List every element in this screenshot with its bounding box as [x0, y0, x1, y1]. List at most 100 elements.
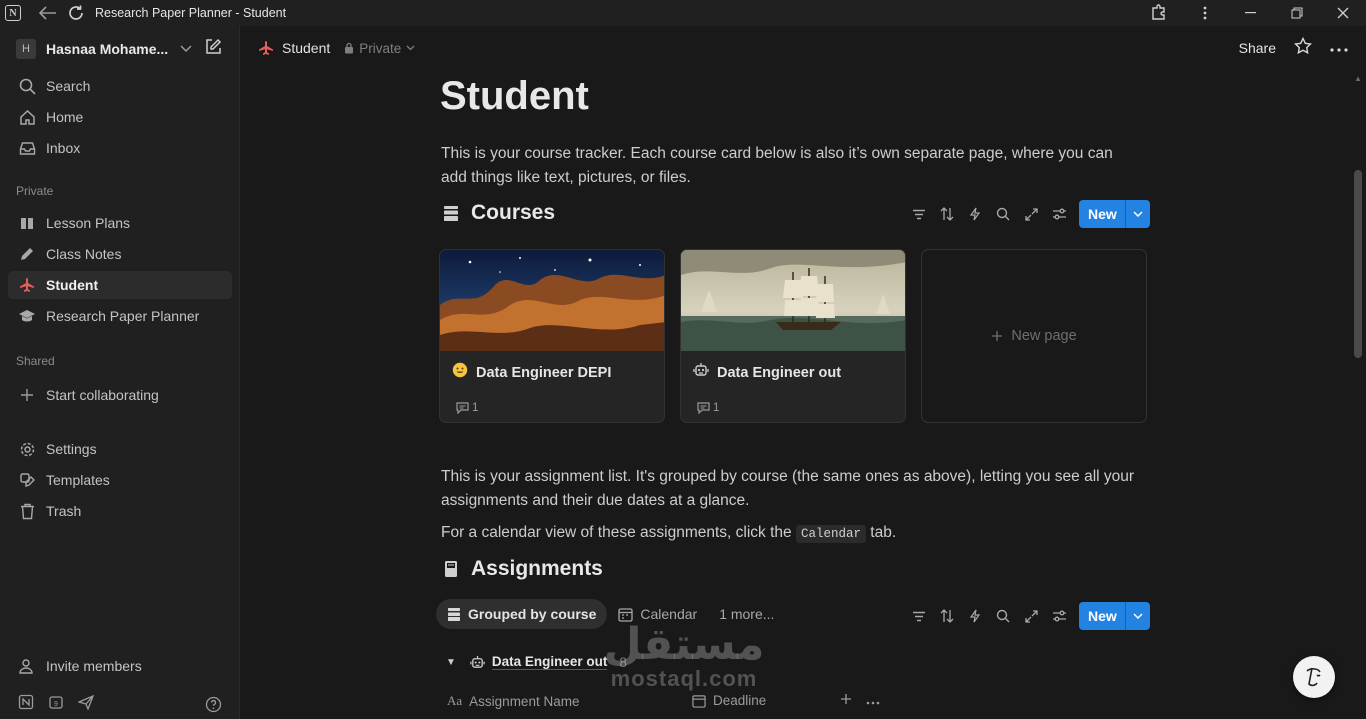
- sidebar-item-label: Student: [46, 277, 99, 293]
- chevron-down-icon[interactable]: [1126, 602, 1150, 630]
- sidebar-item-student[interactable]: Student: [8, 271, 232, 299]
- automation-bolt-icon[interactable]: [961, 200, 989, 228]
- smiley-emoji-icon: [452, 362, 468, 383]
- column-header-deadline[interactable]: Deadline: [692, 693, 766, 708]
- group-label[interactable]: Data Engineer out: [491, 654, 608, 670]
- workspace-avatar: H: [16, 39, 36, 59]
- card-title-row: Data Engineer out: [693, 362, 841, 383]
- search-icon[interactable]: [989, 200, 1017, 228]
- notion-logo-icon[interactable]: N: [5, 5, 21, 21]
- courses-new-button[interactable]: New: [1079, 200, 1150, 228]
- search-icon[interactable]: [989, 602, 1017, 630]
- filter-icon[interactable]: [905, 200, 933, 228]
- add-column-plus-icon[interactable]: [840, 692, 852, 710]
- course-intro-text[interactable]: This is your course tracker. Each course…: [441, 142, 1141, 190]
- page-scrollbar[interactable]: ▲: [1352, 70, 1366, 719]
- column-label: Deadline: [713, 693, 767, 708]
- new-page-label: New page: [1011, 328, 1077, 344]
- sidebar-item-label: Trash: [46, 503, 82, 519]
- plus-icon: [992, 331, 1003, 341]
- private-section-heading: Private: [16, 184, 54, 198]
- tab-grouped-by-course[interactable]: Grouped by course: [436, 599, 608, 629]
- reload-icon[interactable]: [65, 2, 87, 24]
- column-more-icon[interactable]: [866, 692, 880, 710]
- assignment-intro-text[interactable]: This is your assignment list. It's group…: [441, 465, 1141, 513]
- collapse-triangle-icon[interactable]: ▼: [446, 657, 456, 668]
- sort-icon[interactable]: [933, 602, 961, 630]
- mail-send-icon[interactable]: [77, 694, 95, 715]
- more-options-icon[interactable]: [1330, 39, 1348, 57]
- templates-icon: [17, 470, 37, 490]
- help-icon[interactable]: [205, 696, 222, 718]
- sidebar-item-label: Templates: [46, 472, 110, 488]
- course-card[interactable]: Data Engineer DEPI 1: [439, 249, 665, 423]
- calendar-app-icon[interactable]: 9: [48, 694, 64, 715]
- new-button-label[interactable]: New: [1079, 602, 1126, 630]
- chevron-down-icon[interactable]: [180, 40, 192, 58]
- add-user-icon: [17, 656, 37, 676]
- sidebar-item-research-paper-planner[interactable]: Research Paper Planner: [8, 302, 232, 330]
- sidebar-item-label: Settings: [46, 441, 97, 457]
- page-title[interactable]: Student: [440, 74, 589, 119]
- automation-bolt-icon[interactable]: [961, 602, 989, 630]
- courses-database-header: Courses: [443, 201, 555, 225]
- courses-title[interactable]: Courses: [471, 201, 555, 225]
- sidebar-item-search[interactable]: Search: [8, 72, 232, 100]
- column-label: Assignment Name: [469, 693, 580, 709]
- ai-assistant-button[interactable]: [1293, 656, 1335, 698]
- chevron-down-icon[interactable]: [1126, 200, 1150, 228]
- sidebar-item-inbox[interactable]: Inbox: [8, 134, 232, 162]
- kebab-menu-icon[interactable]: [1182, 0, 1228, 26]
- close-icon[interactable]: [1320, 0, 1366, 26]
- new-button-label[interactable]: New: [1079, 200, 1126, 228]
- comment-count: 1: [697, 402, 719, 414]
- ai-face-icon: [1306, 667, 1321, 687]
- sort-icon[interactable]: [933, 200, 961, 228]
- watermark-arabic: مستقل: [603, 619, 765, 670]
- settings-sliders-icon[interactable]: [1045, 602, 1073, 630]
- scrollbar-thumb[interactable]: [1354, 170, 1362, 358]
- expand-icon[interactable]: [1017, 200, 1045, 228]
- comment-icon: [697, 402, 710, 414]
- breadcrumb[interactable]: Student: [282, 40, 330, 56]
- star-icon[interactable]: [1293, 36, 1313, 60]
- sidebar-item-settings[interactable]: Settings: [8, 435, 232, 463]
- sidebar-item-label: Start collaborating: [46, 387, 159, 403]
- card-title[interactable]: Data Engineer DEPI: [476, 365, 611, 381]
- assignments-new-button[interactable]: New: [1079, 602, 1150, 630]
- course-card[interactable]: Data Engineer out 1: [680, 249, 906, 423]
- workspace-switcher[interactable]: H Hasnaa Mohame...: [16, 38, 232, 60]
- sidebar-item-trash[interactable]: Trash: [8, 497, 232, 525]
- assignments-toolbar: New: [905, 602, 1150, 630]
- invite-members-button[interactable]: Invite members: [8, 652, 232, 680]
- sidebar-item-home[interactable]: Home: [8, 103, 232, 131]
- assignments-title[interactable]: Assignments: [471, 557, 603, 581]
- watermark-latin: mostaql.com: [610, 666, 758, 691]
- plus-icon: [17, 385, 37, 405]
- new-page-compose-icon[interactable]: [204, 38, 222, 61]
- minimize-icon[interactable]: [1228, 0, 1274, 26]
- privacy-dropdown[interactable]: Private: [344, 41, 415, 56]
- filter-icon[interactable]: [905, 602, 933, 630]
- card-title[interactable]: Data Engineer out: [717, 365, 841, 381]
- settings-sliders-icon[interactable]: [1045, 200, 1073, 228]
- back-arrow-icon[interactable]: [37, 2, 59, 24]
- new-page-label-row: New page: [991, 328, 1077, 344]
- sidebar-item-templates[interactable]: Templates: [8, 466, 232, 494]
- calendar-icon: [692, 694, 706, 708]
- sidebar-item-lesson-plans[interactable]: Lesson Plans: [8, 209, 232, 237]
- books-icon: [448, 607, 460, 621]
- sidebar-item-label: Search: [46, 78, 91, 94]
- column-header-assignment-name[interactable]: Aa Assignment Name: [447, 693, 579, 709]
- sidebar-item-start-collaborating[interactable]: Start collaborating: [8, 381, 232, 409]
- scroll-up-arrow-icon[interactable]: ▲: [1354, 74, 1362, 83]
- share-button[interactable]: Share: [1239, 40, 1276, 56]
- restore-icon[interactable]: [1274, 0, 1320, 26]
- page-topbar: Student Private Share: [240, 26, 1366, 70]
- calendar-hint-text[interactable]: For a calendar view of these assignments…: [441, 521, 1141, 546]
- expand-icon[interactable]: [1017, 602, 1045, 630]
- notion-app-icon[interactable]: [18, 694, 34, 715]
- sidebar-item-class-notes[interactable]: Class Notes: [8, 240, 232, 268]
- new-page-card[interactable]: New page: [921, 249, 1147, 423]
- extension-icon[interactable]: [1136, 0, 1182, 26]
